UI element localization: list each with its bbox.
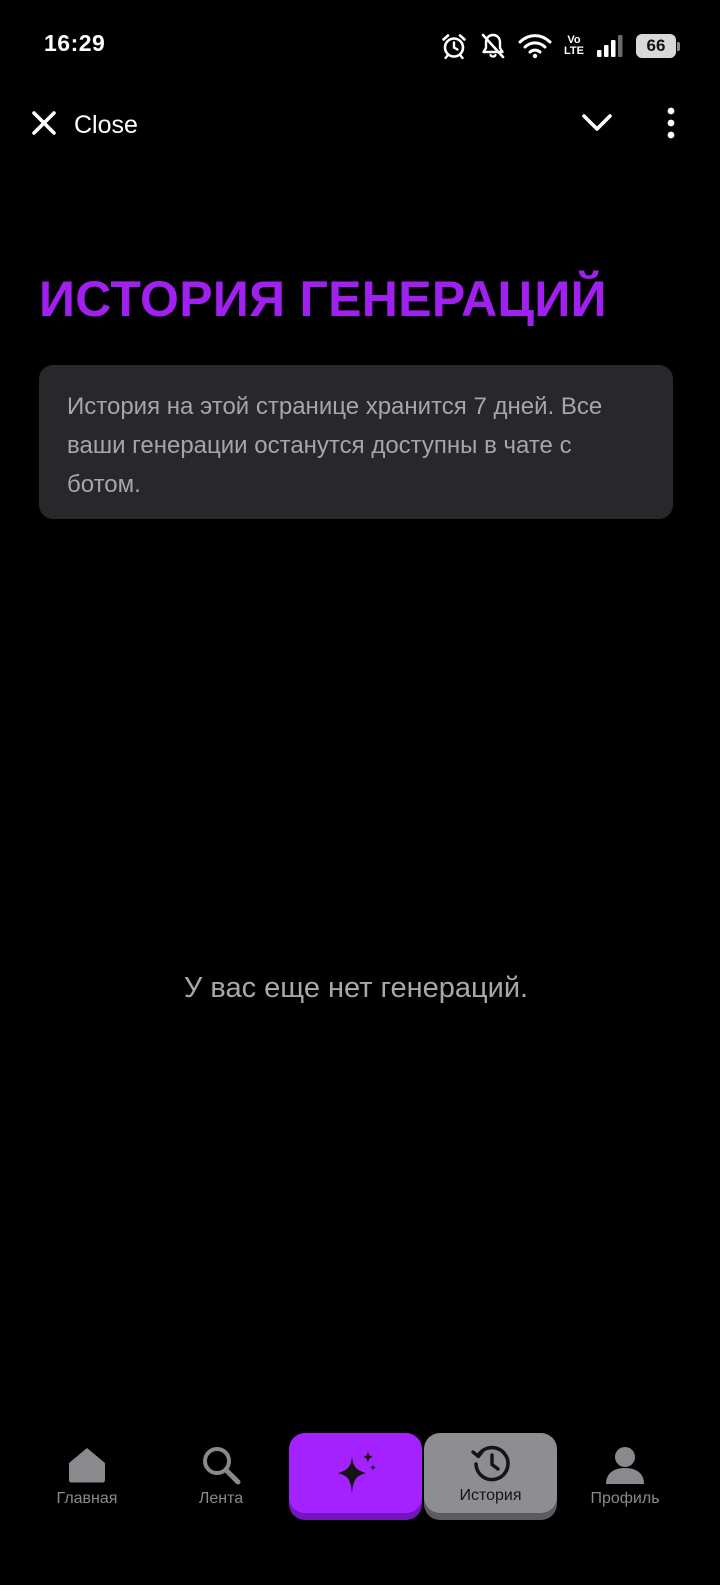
home-icon (67, 1444, 107, 1486)
bottom-nav: Главная Лента История Профиль (0, 1430, 720, 1530)
nav-label-profile: Профиль (590, 1490, 660, 1507)
close-button[interactable]: Close (28, 102, 138, 148)
nav-item-generate[interactable] (289, 1433, 422, 1513)
wifi-icon (518, 33, 552, 59)
battery-icon: 66 (636, 34, 680, 58)
history-icon (470, 1443, 512, 1485)
volte-icon: Vo LTE (564, 34, 584, 57)
more-menu-button[interactable] (648, 102, 694, 148)
close-icon (28, 107, 60, 144)
nav-label-history: История (459, 1487, 522, 1504)
user-icon (605, 1444, 645, 1486)
bell-off-icon (480, 32, 506, 60)
alarm-icon (440, 32, 468, 60)
collapse-button[interactable] (574, 102, 620, 148)
search-icon (201, 1444, 241, 1486)
signal-icon (596, 34, 624, 58)
nav-item-home[interactable]: Главная (37, 1430, 137, 1520)
sparkle-icon (332, 1451, 380, 1494)
info-text: История на этой странице хранится 7 дней… (67, 393, 603, 498)
status-icons: Vo LTE 66 (440, 28, 680, 64)
nav-item-feed[interactable]: Лента (171, 1430, 271, 1520)
battery-level: 66 (636, 34, 676, 58)
page-title: ИСТОРИЯ ГЕНЕРАЦИЙ (39, 271, 607, 327)
status-bar: 16:29 Vo LTE 66 (0, 0, 720, 92)
chevron-down-icon (581, 112, 613, 139)
nav-item-history[interactable]: История (424, 1433, 557, 1513)
more-vertical-icon (666, 107, 676, 144)
nav-item-profile[interactable]: Профиль (575, 1430, 675, 1520)
empty-state-text: У вас еще нет генераций. (183, 972, 529, 1004)
close-label: Close (74, 110, 138, 139)
status-time: 16:29 (44, 30, 106, 56)
nav-label-home: Главная (56, 1490, 118, 1507)
nav-label-feed: Лента (198, 1490, 244, 1507)
app-bar: Close (0, 92, 720, 158)
info-card: История на этой странице хранится 7 дней… (39, 365, 673, 519)
